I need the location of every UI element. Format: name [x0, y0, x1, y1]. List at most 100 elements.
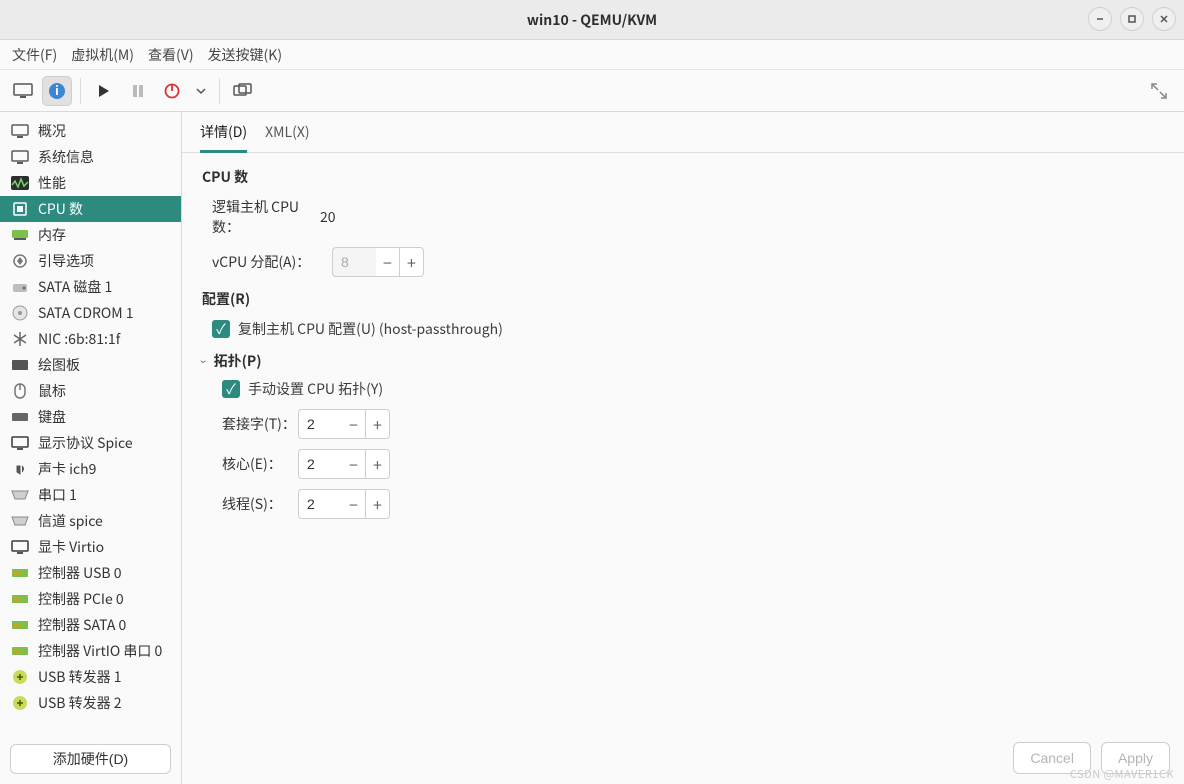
copy-host-checkbox[interactable]: ✓: [212, 320, 230, 338]
threads-input[interactable]: [298, 489, 342, 519]
details-button[interactable]: i: [42, 76, 72, 106]
cancel-button[interactable]: Cancel: [1013, 742, 1091, 774]
sidebar-item-18[interactable]: 控制器 PCIe 0: [0, 586, 181, 612]
sidebar-item-label: 控制器 USB 0: [38, 563, 122, 583]
monitor-icon: [10, 147, 30, 167]
close-button[interactable]: [1152, 7, 1176, 31]
sockets-decrement[interactable]: −: [342, 409, 366, 439]
mouse-icon: [10, 381, 30, 401]
sidebar-item-5[interactable]: 引导选项: [0, 248, 181, 274]
fullscreen-button[interactable]: [1146, 78, 1172, 104]
threads-decrement[interactable]: −: [342, 489, 366, 519]
tab-xml[interactable]: XML(X): [265, 122, 309, 152]
play-icon: [97, 84, 111, 98]
sidebar-item-1[interactable]: 系统信息: [0, 144, 181, 170]
menu-sendkeys[interactable]: 发送按键(K): [208, 45, 283, 65]
sidebar-item-17[interactable]: 控制器 USB 0: [0, 560, 181, 586]
info-icon: i: [48, 82, 66, 100]
chevron-down-icon: ›: [195, 359, 212, 363]
controller-icon: [10, 589, 30, 609]
sidebar: 概况系统信息性能 CPU 数内存引导选项 SATA 磁盘 1 SATA CDROM 1…: [0, 112, 182, 784]
pause-icon: [131, 84, 145, 98]
apply-button[interactable]: Apply: [1101, 742, 1170, 774]
vcpu-increment[interactable]: +: [400, 247, 424, 277]
sidebar-item-12[interactable]: 显示协议 Spice: [0, 430, 181, 456]
cores-increment[interactable]: +: [366, 449, 390, 479]
sidebar-item-20[interactable]: 控制器 VirtIO 串口 0: [0, 638, 181, 664]
vcpu-alloc-label: vCPU 分配(A)：: [212, 252, 332, 272]
serial-icon: [10, 485, 30, 505]
sidebar-item-label: USB 转发器 2: [38, 693, 122, 713]
sidebar-item-13[interactable]: 声卡 ich9: [0, 456, 181, 482]
sidebar-item-2[interactable]: 性能: [0, 170, 181, 196]
sidebar-item-11[interactable]: 键盘: [0, 404, 181, 430]
sidebar-item-3[interactable]: CPU 数: [0, 196, 181, 222]
sidebar-item-6[interactable]: SATA 磁盘 1: [0, 274, 181, 300]
sockets-input[interactable]: [298, 409, 342, 439]
body: 概况系统信息性能 CPU 数内存引导选项 SATA 磁盘 1 SATA CDROM 1…: [0, 112, 1184, 784]
play-button[interactable]: [89, 76, 119, 106]
console-button[interactable]: [8, 76, 38, 106]
sidebar-item-label: 显示协议 Spice: [38, 433, 133, 453]
usb-redir-icon: [10, 693, 30, 713]
perf-icon: [10, 173, 30, 193]
controller-icon: [10, 563, 30, 583]
snapshot-button[interactable]: [228, 76, 258, 106]
titlebar: win10 - QEMU/KVM: [0, 0, 1184, 40]
tablet-icon: [10, 355, 30, 375]
keyboard-icon: [10, 407, 30, 427]
sidebar-item-label: 控制器 VirtIO 串口 0: [38, 641, 162, 661]
menu-file[interactable]: 文件(F): [12, 45, 57, 65]
sidebar-item-10[interactable]: 鼠标: [0, 378, 181, 404]
sidebar-item-19[interactable]: 控制器 SATA 0: [0, 612, 181, 638]
add-hardware-button[interactable]: 添加硬件(D): [10, 744, 171, 774]
sidebar-item-7[interactable]: SATA CDROM 1: [0, 300, 181, 326]
sidebar-item-0[interactable]: 概况: [0, 118, 181, 144]
sidebar-item-label: SATA CDROM 1: [38, 303, 134, 323]
power-menu-button[interactable]: [191, 76, 211, 106]
footer: Cancel Apply: [182, 732, 1184, 784]
sidebar-item-8[interactable]: NIC :6b:81:1f: [0, 326, 181, 352]
sidebar-item-label: 引导选项: [38, 251, 94, 271]
sidebar-item-label: CPU 数: [38, 199, 83, 219]
pause-button[interactable]: [123, 76, 153, 106]
minimize-button[interactable]: [1088, 7, 1112, 31]
sidebar-item-22[interactable]: USB 转发器 2: [0, 690, 181, 716]
separator: [219, 78, 220, 104]
sidebar-item-14[interactable]: 串口 1: [0, 482, 181, 508]
maximize-button[interactable]: [1120, 7, 1144, 31]
sidebar-item-21[interactable]: USB 转发器 1: [0, 664, 181, 690]
manual-topology-checkbox[interactable]: ✓: [222, 380, 240, 398]
sidebar-item-label: 鼠标: [38, 381, 66, 401]
tab-details[interactable]: 详情(D): [200, 122, 247, 153]
cores-decrement[interactable]: −: [342, 449, 366, 479]
power-icon: [164, 83, 180, 99]
sockets-increment[interactable]: +: [366, 409, 390, 439]
sidebar-item-label: 绘图板: [38, 355, 80, 375]
vcpu-decrement[interactable]: −: [376, 247, 400, 277]
topology-expander[interactable]: › 拓扑(P): [202, 351, 1164, 371]
threads-increment[interactable]: +: [366, 489, 390, 519]
sidebar-item-label: 控制器 SATA 0: [38, 615, 126, 635]
sidebar-item-9[interactable]: 绘图板: [0, 352, 181, 378]
sidebar-item-label: NIC :6b:81:1f: [38, 329, 120, 349]
sidebar-item-15[interactable]: 信道 spice: [0, 508, 181, 534]
svg-text:i: i: [55, 82, 59, 99]
chevron-down-icon: [196, 86, 206, 96]
vcpu-input[interactable]: [332, 247, 376, 277]
display-icon: [10, 433, 30, 453]
power-button[interactable]: [157, 76, 187, 106]
vcpu-spinner: − +: [332, 247, 424, 277]
menu-vm[interactable]: 虚拟机(M): [71, 45, 134, 65]
sidebar-item-label: SATA 磁盘 1: [38, 277, 112, 297]
expand-icon: [1151, 83, 1167, 99]
cores-input[interactable]: [298, 449, 342, 479]
sidebar-item-16[interactable]: 显卡 Virtio: [0, 534, 181, 560]
controller-icon: [10, 641, 30, 661]
menu-view[interactable]: 查看(V): [148, 45, 194, 65]
window-title: win10 - QEMU/KVM: [0, 10, 1184, 30]
section-topology-title: 拓扑(P): [214, 351, 262, 371]
sidebar-item-label: 声卡 ich9: [38, 459, 96, 479]
device-list: 概况系统信息性能 CPU 数内存引导选项 SATA 磁盘 1 SATA CDROM 1…: [0, 112, 181, 736]
sidebar-item-4[interactable]: 内存: [0, 222, 181, 248]
